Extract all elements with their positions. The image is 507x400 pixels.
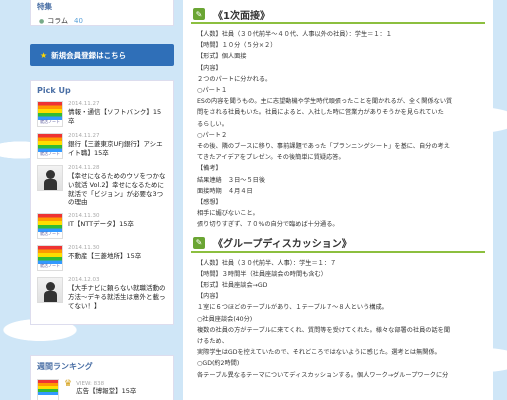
main-content: ✎ 《1次面接》 【人数】社員（３０代前半〜４０代、人事以外の社員）：学生＝１：… xyxy=(183,0,493,400)
category-item-column[interactable]: ● コラム 40 xyxy=(31,14,173,28)
content-line: 面接時期 ４月４日 xyxy=(197,187,253,195)
post-thumbnail xyxy=(37,277,63,304)
content-line: １室に６つほどのテーブルがあり、１テーブル７〜８人という構成。 xyxy=(197,304,388,312)
sidebar: 特集 ● コラム 40 ★ 新規会員登録はこちら Pick Up 就活ノート 20… xyxy=(30,0,174,400)
content-line: 【人数】社員（３０代前半〜４０代、人事以外の社員）：学生＝１：１ xyxy=(197,31,392,38)
post-date: 2014.11.27 xyxy=(68,133,100,139)
signup-label: 新規会員登録はこちら xyxy=(51,50,127,60)
pickup-list: 就活ノート 2014.11.27 情報・通信【ソフトバンク】15卒 就活ノート 2014… xyxy=(31,98,173,313)
content-line: 複数の社員の方がテーブルに来てくれ、質問等を受けてくれた。様々な部署の社員の話を… xyxy=(197,326,451,334)
content-line: 【時間】３時間半（社員座談会の時間も含む） xyxy=(197,270,327,278)
thumbnail-caption: 就活ノート xyxy=(40,263,60,269)
content-line: 各テーブル異なるテーマについてディスカッションする。個人ワーク→グループワークに… xyxy=(197,371,449,379)
post-date: 2014.11.27 xyxy=(68,101,100,107)
signup-button[interactable]: ★ 新規会員登録はこちら xyxy=(30,44,174,66)
content-line: ２つのパートに分かれる。 xyxy=(197,75,272,83)
post-thumbnail: 就活ノート xyxy=(37,245,63,272)
thumbnail-caption: 就活ノート xyxy=(40,119,60,124)
pencil-icon: ✎ xyxy=(193,8,205,20)
pickup-post[interactable]: 2014.12.03 【大手ナビに頼らない就職活動の方法〜デキる就活生は意外と載っ… xyxy=(31,274,173,313)
content-line: るらしい。 xyxy=(197,120,228,128)
post-text: 2014.12.03 【大手ナビに頼らない就職活動の方法〜デキる就活生は意外と載っ… xyxy=(68,277,167,310)
post-text: 2014.11.27 情報・通信【ソフトバンク】15卒 xyxy=(68,101,167,127)
post-thumbnail xyxy=(37,165,63,191)
content-line: てきたアイデアをプレゼン。その後簡単に質疑応答。 xyxy=(197,154,345,162)
pickup-post[interactable]: 2014.11.28 【幸せになるためのウソをつかない就活 Vol.2】幸せになる… xyxy=(31,162,173,210)
ranking-title: 週間ランキング xyxy=(37,362,93,371)
content-line: 問をされる社員もいた。社員によると、入社した時に営業力がありそうかを見られていた xyxy=(197,109,444,117)
section-heading-group-discussion: ✎ 《グループディスカッション》 xyxy=(191,235,485,253)
content-line: 【時間】１０分（５分×２） xyxy=(197,42,277,50)
star-icon: ★ xyxy=(40,50,48,60)
section-heading-interview: ✎ 《1次面接》 xyxy=(191,6,485,24)
post-text: 2014.11.27 銀行【三菱東京UFJ銀行】アシエイト職】15卒 xyxy=(68,133,167,159)
content-line: ○パート１ xyxy=(197,87,228,95)
content-line: 実際学生はGDを控えていたので、それどころではないように感じた。選考とは無関係。 xyxy=(197,349,441,357)
pickup-post[interactable]: 就活ノート 2014.11.27 銀行【三菱東京UFJ銀行】アシエイト職】15卒 xyxy=(31,130,173,162)
post-title[interactable]: 不動産【三菱地所】15卒 xyxy=(68,252,167,261)
category-box: 特集 ● コラム 40 xyxy=(30,0,174,26)
content-line: 【備考】 xyxy=(197,165,222,173)
content-line: 【形式】社員座談会→GD xyxy=(197,282,268,290)
ranking-box: 週間ランキング ♛ VIEW: 838 広告【博報堂】15卒 xyxy=(30,355,174,400)
post-thumbnail: 就活ノート xyxy=(37,101,63,127)
section-title: 《グループディスカッション》 xyxy=(213,239,352,251)
ranking-item[interactable]: ♛ VIEW: 838 広告【博報堂】15卒 xyxy=(31,377,173,400)
content-line: 【感想】 xyxy=(197,199,222,207)
post-thumbnail: 就活ノート xyxy=(37,133,63,159)
post-date: 2014.12.03 xyxy=(68,277,100,284)
bullet-icon: ● xyxy=(39,17,45,25)
content-line: ○パート２ xyxy=(197,131,228,139)
content-line: ESの内容を聞うもの。主に志望動機や学生時代頑張ったことを聞かれるが、全く関係な… xyxy=(197,98,453,106)
post-text: 2014.11.30 不動産【三菱地所】15卒 xyxy=(68,245,167,271)
post-text: 2014.11.30 IT【NTTデータ】15卒 xyxy=(68,213,167,239)
category-label: コラム xyxy=(47,17,69,25)
content-line: ○GD(約2時間) xyxy=(197,360,240,368)
post-thumbnail: 就活ノート xyxy=(37,213,63,240)
ranking-thumbnail xyxy=(37,379,59,400)
post-date: 2014.11.30 xyxy=(68,245,100,252)
pickup-title: Pick Up xyxy=(37,86,71,95)
content-line: その後、隣のブースに移り、事前課題であった「プランニングシート」を基に、自分の考… xyxy=(197,143,450,151)
post-text: 2014.11.28 【幸せになるためのウソをつかない就活 Vol.2】幸せになる… xyxy=(68,165,167,207)
content-line: 【内容】 xyxy=(197,293,222,301)
post-title[interactable]: 情報・通信【ソフトバンク】15卒 xyxy=(68,108,167,126)
crown-icon: ♛ xyxy=(64,379,73,389)
section-title: 《1次面接》 xyxy=(213,10,270,22)
content-line: 張り切りすぎず、７０%の自分で臨めば十分通る。 xyxy=(197,221,339,229)
pickup-box: Pick Up 就活ノート 2014.11.27 情報・通信【ソフトバンク】15卒就… xyxy=(30,80,174,325)
post-title[interactable]: 銀行【三菱東京UFJ銀行】アシエイト職】15卒 xyxy=(68,140,167,158)
interview-details: 【人数】社員（３０代前半〜４０代、人事以外の社員）：学生＝１：１ 【時間】１０分（… xyxy=(183,24,493,235)
thumbnail-caption: 就活ノート xyxy=(40,151,60,156)
pickup-post[interactable]: 就活ノート 2014.11.30 IT【NTTデータ】15卒 xyxy=(31,210,173,242)
content-line: 【内容】 xyxy=(197,64,222,72)
content-line: けるため、 xyxy=(197,338,228,346)
category-heading: 特集 xyxy=(37,2,52,11)
post-date: 2014.11.30 xyxy=(68,213,100,220)
post-title[interactable]: 【幸せになるためのウソをつかない就活 Vol.2】幸せになるために就活で「ビジョ… xyxy=(68,172,167,207)
content-line: 相手に媚びないこと。 xyxy=(197,210,259,218)
group-discussion-details: 【人数】社員（３０代前半、人事）：学生＝１：７ 【時間】３時間半（社員座談会の時間… xyxy=(183,253,493,385)
ranking-item-title: 広告【博報堂】15卒 xyxy=(76,387,137,395)
category-count: 40 xyxy=(74,17,83,25)
content-line: 【人数】社員（３０代前半、人事）：学生＝１：７ xyxy=(197,259,337,267)
post-title[interactable]: IT【NTTデータ】15卒 xyxy=(68,220,167,229)
post-title[interactable]: 【大手ナビに頼らない就職活動の方法〜デキる就活生は意外と載ってない！】 xyxy=(68,284,167,310)
pickup-post[interactable]: 就活ノート 2014.11.27 情報・通信【ソフトバンク】15卒 xyxy=(31,98,173,130)
thumbnail-caption: 就活ノート xyxy=(40,231,60,237)
content-line: 【形式】個人面接 xyxy=(197,53,247,61)
content-line: 結果連絡 ３日〜５日後 xyxy=(197,176,266,184)
post-date: 2014.11.28 xyxy=(68,165,100,171)
content-line: ○社員座談会(40分) xyxy=(197,315,253,323)
pencil-icon: ✎ xyxy=(193,236,205,249)
pickup-post[interactable]: 就活ノート 2014.11.30 不動産【三菱地所】15卒 xyxy=(31,242,173,274)
